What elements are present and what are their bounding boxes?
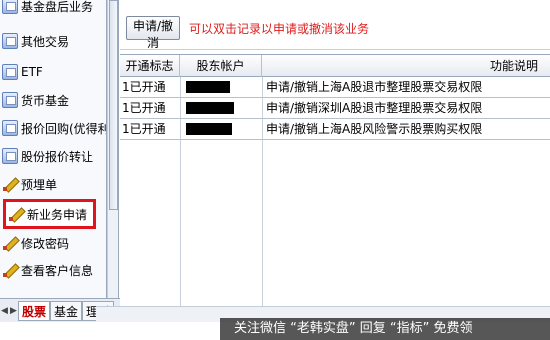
nav-item-preorder[interactable]: 预埋单 xyxy=(0,172,57,196)
toolbar: 申请/撤消 可以双击记录以申请或撤消该业务 xyxy=(120,0,550,50)
folder-icon xyxy=(2,92,18,108)
folder-icon xyxy=(2,148,18,164)
nav-item-other-trading[interactable]: 其他交易 xyxy=(0,29,69,53)
nav-item-quote-repo[interactable]: 报价回购(优得利1号) xyxy=(0,116,107,140)
column-header-status[interactable]: 开通标志 xyxy=(120,55,180,77)
hint-text: 可以双击记录以申请或撤消该业务 xyxy=(189,22,370,36)
nav-item-label: 股份报价转让 xyxy=(21,149,94,164)
cell-description: 申请/撤销深圳A股退市整理股票交易权限 xyxy=(266,101,483,115)
nav-item-label: 报价回购(优得利1号) xyxy=(21,121,107,136)
function-tree: 基金盘后业务 其他交易 ETF 货币基金 报价回购(优得利1号) 股份报价转让 … xyxy=(0,0,107,306)
pencil-icon xyxy=(8,206,24,222)
redacted-account-block xyxy=(186,102,234,114)
nav-item-fund-after-hours[interactable]: 基金盘后业务 xyxy=(0,0,93,18)
nav-item-label: 新业务申请 xyxy=(27,207,88,222)
nav-item-label: 预埋单 xyxy=(21,177,58,192)
tab-scroll-right-icon[interactable]: ▶ xyxy=(9,306,18,316)
nav-item-label: ETF xyxy=(21,65,43,79)
nav-item-etf[interactable]: ETF xyxy=(0,60,43,84)
column-header-account[interactable]: 股东帐户 xyxy=(180,55,262,77)
column-header-blank xyxy=(262,55,264,77)
tree-vertical-scrollbar[interactable] xyxy=(107,0,119,306)
nav-item-new-business-application[interactable]: 新业务申请 xyxy=(3,199,96,229)
watermark-banner: 关注微信 “老韩实盘” 回复 “指标” 免费领 xyxy=(220,318,550,340)
nav-item-customer-info[interactable]: 查看客户信息 xyxy=(0,258,93,282)
folder-icon xyxy=(2,120,18,136)
nav-item-label: 货币基金 xyxy=(21,93,70,108)
redacted-account-block xyxy=(186,123,232,135)
table-header: 开通标志 股东帐户 功能说明 xyxy=(120,55,550,77)
cell-status: 1已开通 xyxy=(122,80,166,94)
tab-scroll-left-icon[interactable]: ◀ xyxy=(0,306,9,316)
cell-status: 1已开通 xyxy=(122,101,166,115)
nav-item-change-password[interactable]: 修改密码 xyxy=(0,231,69,255)
pencil-icon xyxy=(2,262,18,278)
nav-item-share-transfer[interactable]: 股份报价转让 xyxy=(0,144,93,168)
nav-item-label: 基金盘后业务 xyxy=(21,0,94,14)
scrollbar-thumb[interactable] xyxy=(109,0,118,210)
folder-icon xyxy=(2,64,18,80)
nav-item-label: 修改密码 xyxy=(21,236,70,251)
table-row[interactable]: 1已开通 申请/撤销上海A股退市整理股票交易权限 xyxy=(120,77,550,98)
nav-item-label: 其他交易 xyxy=(21,34,70,49)
cell-description: 申请/撤销上海A股退市整理股票交易权限 xyxy=(266,80,483,94)
apply-cancel-button[interactable]: 申请/撤消 xyxy=(126,16,180,50)
cell-description: 申请/撤销上海A股风险警示股票购买权限 xyxy=(266,122,483,136)
nav-item-label: 查看客户信息 xyxy=(21,263,94,278)
redacted-account-block xyxy=(186,81,230,93)
business-table: 开通标志 股东帐户 功能说明 1已开通 申请/撤销上海A股退市整理股票交易权限 … xyxy=(120,54,550,307)
folder-icon xyxy=(2,0,18,14)
table-row[interactable]: 1已开通 申请/撤销深圳A股退市整理股票交易权限 xyxy=(120,98,550,119)
cell-status: 1已开通 xyxy=(122,122,166,136)
pencil-icon xyxy=(2,235,18,251)
nav-item-money-fund[interactable]: 货币基金 xyxy=(0,88,69,112)
tab-stocks[interactable]: 股票 xyxy=(18,300,51,321)
folder-icon xyxy=(2,33,18,49)
main-panel: 申请/撤消 可以双击记录以申请或撤消该业务 开通标志 股东帐户 功能说明 1已开… xyxy=(120,0,550,322)
column-header-description[interactable]: 功能说明 xyxy=(490,55,550,77)
table-row[interactable]: 1已开通 申请/撤销上海A股风险警示股票购买权限 xyxy=(120,119,550,140)
pencil-icon xyxy=(2,176,18,192)
tab-funds[interactable]: 基金 xyxy=(50,300,83,321)
